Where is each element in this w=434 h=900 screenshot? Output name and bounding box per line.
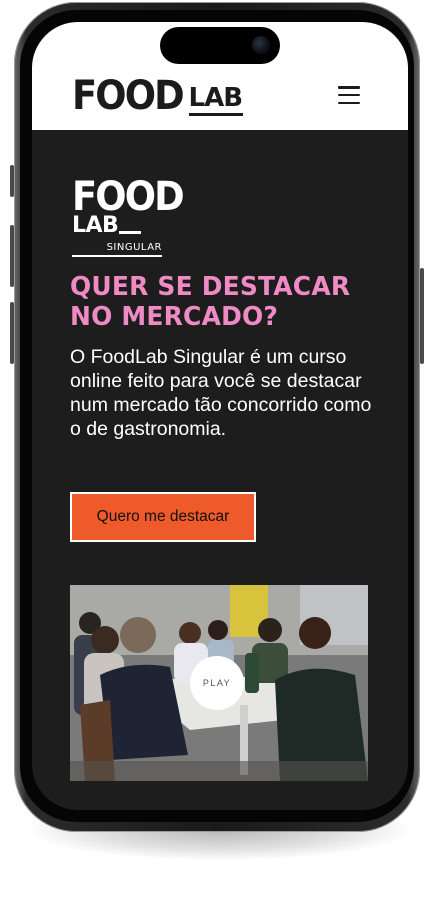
video-player[interactable]: PLAY (70, 585, 368, 781)
hero-headline: QUER SE DESTACAR NO MERCADO? (70, 272, 351, 332)
logo-food-text: FOOD (72, 174, 185, 220)
hero-section: FOOD LAB SINGULAR QUER SE DESTACAR NO ME… (32, 130, 408, 810)
logo-singular-text: SINGULAR (106, 242, 162, 253)
hero-description: O FoodLab Singular é um curso online fei… (70, 346, 372, 440)
hamburger-menu-icon[interactable] (338, 86, 360, 104)
menu-line (338, 93, 360, 97)
power-button (420, 268, 424, 364)
logo-underline (72, 255, 162, 257)
logo-lab-text: LAB (188, 83, 244, 113)
phone-screen: FOOD LAB FOOD LAB SINGULAR QUER SE DESTA… (32, 22, 408, 810)
menu-line (338, 101, 360, 104)
logo-underline (188, 113, 243, 116)
logo-lab-group: LAB (188, 83, 244, 116)
foodlab-logo[interactable]: FOOD LAB (72, 76, 243, 116)
dynamic-island (160, 27, 280, 64)
camera-icon (252, 36, 270, 54)
play-button[interactable]: PLAY (190, 656, 244, 710)
logo-dash (119, 231, 142, 234)
foodlab-singular-logo: FOOD LAB SINGULAR (72, 174, 185, 257)
logo-food-text: FOOD (72, 73, 185, 119)
menu-line (338, 86, 360, 89)
cta-button[interactable]: Quero me destacar (70, 492, 256, 542)
